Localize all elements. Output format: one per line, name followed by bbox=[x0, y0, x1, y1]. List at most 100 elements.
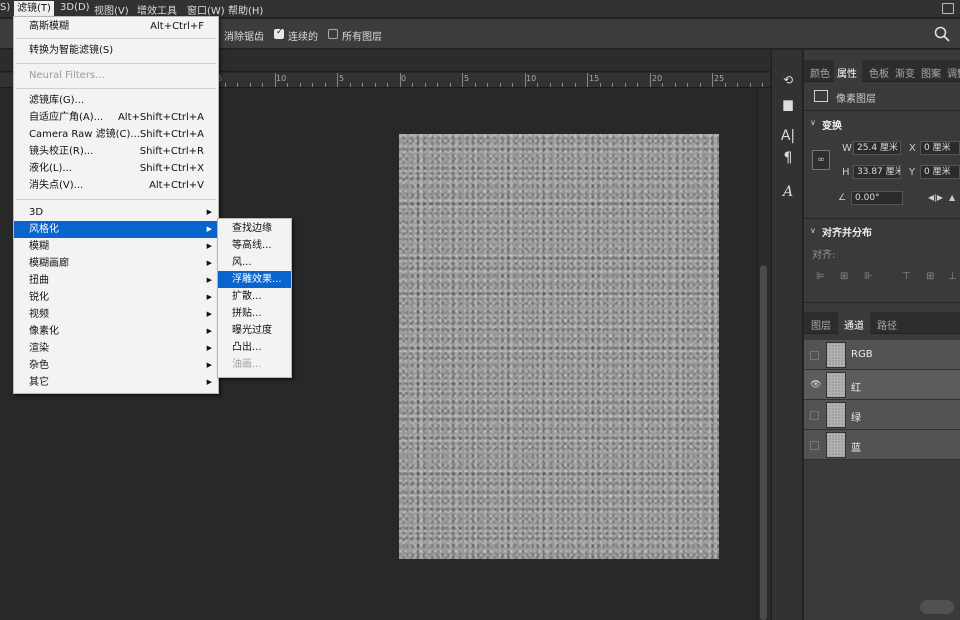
align-top-icon[interactable]: ⊤ bbox=[902, 272, 912, 282]
chevron-down-icon[interactable]: ∨ bbox=[810, 118, 816, 127]
channel-row-red[interactable]: 👁 红 bbox=[804, 370, 960, 400]
visibility-toggle[interactable] bbox=[810, 351, 819, 360]
submenu-find-edges[interactable]: 查找边缘 bbox=[218, 220, 291, 237]
channel-row-rgb[interactable]: RGB bbox=[804, 340, 960, 370]
align-middle-icon[interactable]: ⊞ bbox=[926, 272, 936, 282]
document-canvas-noise[interactable] bbox=[399, 134, 719, 559]
align-left-icon[interactable]: ⊫ bbox=[816, 272, 826, 282]
flip-horizontal-icon[interactable]: ◀|▶ bbox=[928, 193, 943, 202]
glyphs-icon[interactable]: A bbox=[780, 184, 796, 200]
menu-video[interactable]: 视频 ▶ bbox=[14, 306, 218, 323]
menu-item-filter[interactable]: 滤镜(T) bbox=[14, 1, 54, 17]
height-field[interactable]: 33.87 厘米 bbox=[853, 165, 901, 179]
all-layers-checkbox[interactable] bbox=[328, 29, 338, 39]
submenu-wind[interactable]: 风... bbox=[218, 254, 291, 271]
menu-vanishing-point[interactable]: 消失点(V)... Alt+Ctrl+V bbox=[14, 177, 218, 194]
submenu-solarize[interactable]: 曝光过度 bbox=[218, 322, 291, 339]
menu-camera-raw[interactable]: Camera Raw 滤镜(C)... Shift+Ctrl+A bbox=[14, 126, 218, 143]
menu-shortcut: Alt+Ctrl+F bbox=[150, 21, 204, 32]
ruler-tick bbox=[287, 83, 288, 87]
submenu-tiles[interactable]: 拼贴... bbox=[218, 305, 291, 322]
eye-icon[interactable]: 👁 bbox=[810, 381, 821, 390]
menu-item-3d[interactable]: 3D(D) bbox=[60, 2, 90, 13]
submenu-arrow-icon: ▶ bbox=[206, 310, 212, 318]
tab-channels[interactable]: 通道 bbox=[844, 317, 864, 332]
menu-item-help[interactable]: 帮助(H) bbox=[228, 2, 263, 17]
menu-distort[interactable]: 扭曲 ▶ bbox=[14, 272, 218, 289]
visibility-toggle[interactable] bbox=[810, 441, 819, 450]
search-icon[interactable] bbox=[933, 25, 951, 43]
chevron-down-icon[interactable]: ∨ bbox=[810, 226, 816, 235]
align-label: 对齐: bbox=[812, 250, 836, 261]
x-field[interactable]: 0 厘米 bbox=[920, 141, 960, 155]
menu-item-window[interactable]: 窗口(W) bbox=[187, 2, 225, 17]
menu-blur-gallery[interactable]: 模糊画廊 ▶ bbox=[14, 255, 218, 272]
ruler-tick bbox=[599, 83, 601, 87]
tab-color[interactable]: 颜色 bbox=[810, 65, 830, 80]
ruler-label: 5 bbox=[339, 74, 345, 83]
menu-item-select[interactable]: S) bbox=[0, 2, 10, 13]
y-field[interactable]: 0 厘米 bbox=[920, 165, 960, 179]
align-bottom-icon[interactable]: ⊥ bbox=[948, 272, 958, 282]
submenu-arrow-icon: ▶ bbox=[206, 344, 212, 352]
tab-swatches[interactable]: 色板 bbox=[869, 65, 889, 80]
ruler-tick bbox=[674, 83, 676, 87]
angle-field[interactable]: 0.00° bbox=[851, 191, 903, 205]
menu-filter-gallery[interactable]: 滤镜库(G)... bbox=[14, 92, 218, 109]
character-icon[interactable]: A| bbox=[780, 128, 796, 144]
align-right-icon[interactable]: ⊪ bbox=[864, 272, 874, 282]
restore-window-icon[interactable] bbox=[942, 3, 954, 14]
tab-layers[interactable]: 图层 bbox=[811, 317, 831, 332]
flip-vertical-icon[interactable]: ▲ bbox=[949, 193, 955, 202]
channel-row-green[interactable]: 绿 bbox=[804, 400, 960, 430]
width-field[interactable]: 25.4 厘米 bbox=[853, 141, 901, 155]
channel-thumbnail bbox=[826, 432, 846, 458]
ruler-tick bbox=[562, 83, 563, 87]
properties-panel: 颜色 属性 色板 渐变 图案 调整 像素图层 ∨ 变换 ∞ W 25.4 厘米 … bbox=[804, 50, 960, 620]
angle-icon: ∠ bbox=[838, 193, 847, 203]
menu-item-view[interactable]: 视图(V) bbox=[94, 2, 129, 17]
comment-icon[interactable]: ▆ bbox=[780, 96, 796, 112]
tab-patterns[interactable]: 图案 bbox=[921, 65, 941, 80]
menu-adaptive-wide-angle[interactable]: 自适应广角(A)... Alt+Shift+Ctrl+A bbox=[14, 109, 218, 126]
menu-3d[interactable]: 3D ▶ bbox=[14, 204, 218, 221]
paragraph-icon[interactable]: ¶ bbox=[780, 150, 796, 166]
transform-title: 变换 bbox=[822, 121, 842, 132]
tab-adjustments[interactable]: 调整 bbox=[947, 65, 960, 80]
pixel-layer-icon bbox=[814, 90, 828, 102]
menu-lens-correction[interactable]: 镜头校正(R)... Shift+Ctrl+R bbox=[14, 143, 218, 160]
channel-row-blue[interactable]: 蓝 bbox=[804, 430, 960, 460]
menu-stylize[interactable]: 风格化 ▶ bbox=[14, 221, 218, 238]
menu-render[interactable]: 渲染 ▶ bbox=[14, 340, 218, 357]
align-center-icon[interactable]: ⊞ bbox=[840, 272, 850, 282]
link-icon[interactable]: ∞ bbox=[812, 150, 830, 170]
submenu-arrow-icon: ▶ bbox=[206, 378, 212, 386]
menu-noise[interactable]: 杂色 ▶ bbox=[14, 357, 218, 374]
menu-neural-filters: Neural Filters... bbox=[29, 70, 105, 81]
menu-label: 滤镜库(G)... bbox=[29, 95, 85, 106]
history-icon[interactable]: ⟲ bbox=[780, 72, 796, 88]
tab-paths[interactable]: 路径 bbox=[877, 317, 897, 332]
menu-convert-smart-filters[interactable]: 转换为智能滤镜(S) bbox=[14, 42, 218, 59]
scrollbar-thumb[interactable] bbox=[760, 265, 767, 620]
menu-other[interactable]: 其它 ▶ bbox=[14, 374, 218, 391]
submenu-extrude[interactable]: 凸出... bbox=[218, 339, 291, 356]
ruler-tick bbox=[462, 73, 463, 87]
tab-gradients[interactable]: 渐变 bbox=[895, 65, 915, 80]
submenu-contour[interactable]: 等高线... bbox=[218, 237, 291, 254]
ruler-tick bbox=[737, 83, 738, 87]
menu-liquify[interactable]: 液化(L)... Shift+Ctrl+X bbox=[14, 160, 218, 177]
ruler-tick bbox=[524, 73, 526, 87]
menu-shortcut: Shift+Ctrl+A bbox=[139, 129, 204, 140]
menu-last-filter[interactable]: 高斯模糊 Alt+Ctrl+F bbox=[14, 18, 218, 35]
menu-sharpen[interactable]: 锐化 ▶ bbox=[14, 289, 218, 306]
visibility-toggle[interactable] bbox=[810, 411, 819, 420]
menu-item-plugins[interactable]: 增效工具 bbox=[137, 2, 177, 17]
submenu-diffuse[interactable]: 扩散... bbox=[218, 288, 291, 305]
submenu-emboss[interactable]: 浮雕效果... bbox=[218, 271, 291, 288]
ruler-label: 25 bbox=[714, 74, 725, 83]
tab-properties[interactable]: 属性 bbox=[837, 65, 857, 80]
menu-blur[interactable]: 模糊 ▶ bbox=[14, 238, 218, 255]
contiguous-checkbox[interactable] bbox=[274, 27, 284, 39]
menu-pixelate[interactable]: 像素化 ▶ bbox=[14, 323, 218, 340]
